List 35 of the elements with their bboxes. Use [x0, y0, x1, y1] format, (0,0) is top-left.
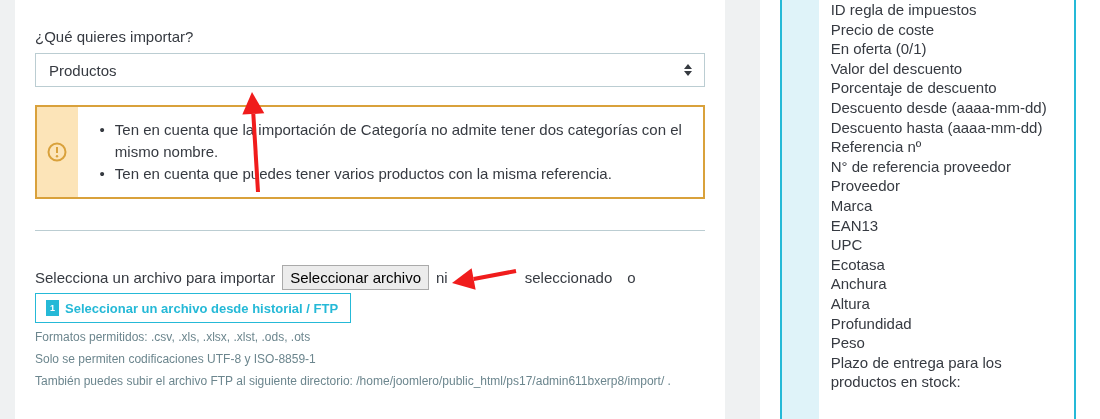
help-text: Formatos permitidos: .csv, .xls, .xlsx, .xlst, .ods, .ots — [35, 330, 312, 345]
field-name: Proveedor — [830, 176, 901, 196]
field-name: Valor del descuento — [830, 58, 964, 79]
choose-file-button[interactable]: Seleccionar archivo — [282, 265, 430, 290]
field-name: Profundidad — [830, 313, 913, 334]
field-name: Precio de coste — [830, 19, 936, 40]
field-name: Porcentaje de descuento — [830, 78, 998, 98]
field-name: Ecotasa — [830, 254, 886, 275]
field-name: Anchura — [830, 274, 888, 294]
field-label: ¿Qué quieres importar? — [35, 28, 195, 45]
field-name: ID regla de impuestos — [830, 0, 978, 20]
field-name: Marca — [830, 195, 874, 216]
field-name: Altura — [830, 293, 871, 314]
field-name: N° de referencia proveedor — [830, 156, 1012, 177]
entity-select[interactable]: Productos — [35, 53, 705, 87]
field-name: Peso — [830, 333, 866, 353]
file-status: ni — [436, 269, 448, 286]
field-name: Referencia nº — [830, 137, 923, 157]
field-name: Descuento hasta (aaaa-mm-dd) — [830, 117, 1044, 138]
field-name: Plazo de entrega para los productos en stock: — [830, 352, 1003, 392]
file-status: seleccionado — [524, 269, 613, 286]
field-name: UPC — [830, 235, 864, 255]
field-name: EAN13 — [830, 215, 880, 236]
exclamation-circle-icon — [47, 142, 68, 162]
sort-arrows-icon — [684, 64, 692, 76]
file-label: Selecciona un archivo para importar — [35, 269, 276, 286]
bullet: • — [99, 164, 105, 184]
help-text: También puedes subir el archivo FTP al siguiente directorio: /home/joomlero/public_html/ps17/admin611bxerp8/import/ . — [35, 374, 672, 389]
bullet: • — [99, 120, 105, 140]
field-name: En oferta (0/1) — [830, 39, 928, 59]
arrow-annotation — [452, 268, 517, 290]
number-badge: 1 — [46, 300, 59, 316]
field-name: Descuento desde (aaaa-mm-dd) — [830, 97, 1048, 118]
help-text: Solo se permiten codificaciones UTF-8 y ISO-8859-1 — [35, 352, 317, 367]
or-text: o — [627, 269, 636, 286]
